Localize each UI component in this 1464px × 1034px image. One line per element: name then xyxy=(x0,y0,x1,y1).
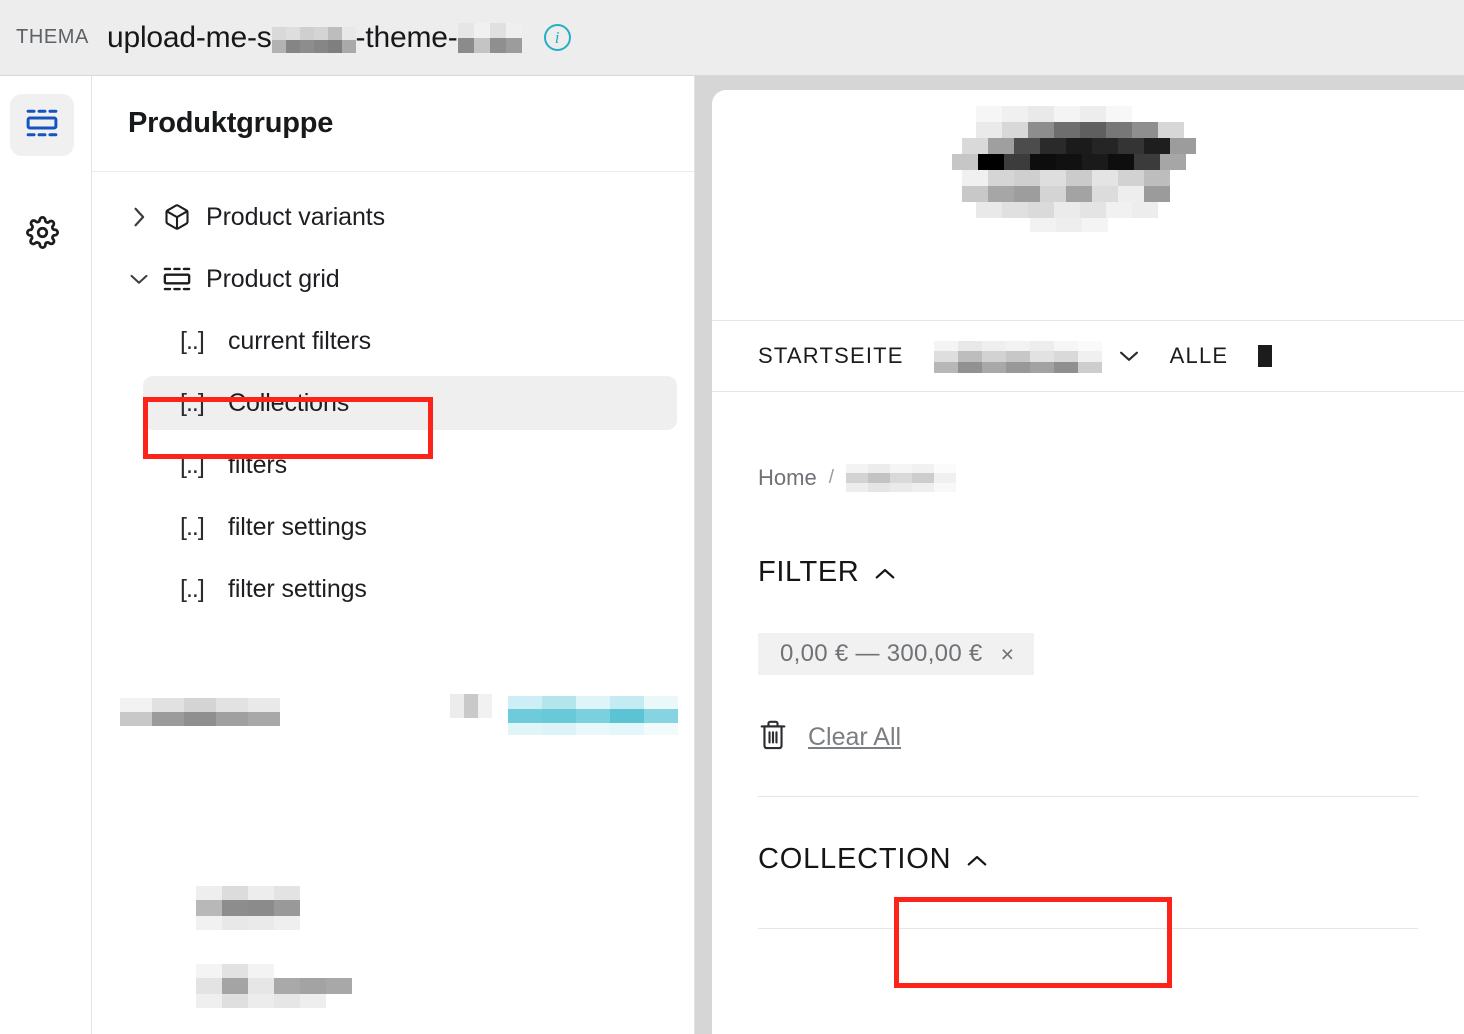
section-tree: Product variants Product grid [..] curre… xyxy=(92,172,694,620)
filter-section-heading[interactable]: FILTER xyxy=(712,492,1464,589)
redacted-store-logo xyxy=(952,106,1252,246)
theme-name-middle: -theme- xyxy=(355,20,458,54)
sidebar-header: Produktgruppe xyxy=(92,76,694,172)
price-range-label: 0,00 € — 300,00 € xyxy=(780,640,983,667)
block-bracket-icon: [..] xyxy=(180,388,205,417)
tree-item-filters[interactable]: [..] filters xyxy=(92,434,694,496)
clear-all-link[interactable]: Clear All xyxy=(808,723,901,752)
clear-all-row[interactable]: Clear All xyxy=(758,719,1464,756)
tree-item-label: filter settings xyxy=(228,512,367,541)
left-icon-rail xyxy=(0,76,92,1034)
tree-item-product-grid[interactable]: Product grid xyxy=(92,248,694,310)
storefront-preview-card: STARTSEITE ALLE Home / FILTER 0,00 € — 3… xyxy=(712,90,1464,1034)
section-tree-sidebar: Produktgruppe Product variants Product g… xyxy=(92,76,695,1034)
tree-item-label: Product variants xyxy=(206,202,386,231)
sections-icon xyxy=(25,108,59,143)
chevron-up-icon[interactable] xyxy=(965,843,989,876)
breadcrumb-separator: / xyxy=(828,467,834,488)
block-bracket-icon: [..] xyxy=(180,326,205,355)
redacted-breadcrumb-item[interactable] xyxy=(845,464,956,492)
tree-item-filter-settings-2[interactable]: [..] filter settings xyxy=(92,558,694,620)
nav-item-startseite[interactable]: STARTSEITE xyxy=(758,343,904,369)
tree-item-label: filters xyxy=(228,450,288,479)
tree-item-label: Product grid xyxy=(206,264,340,293)
chevron-down-icon[interactable] xyxy=(1118,343,1140,369)
collection-heading-label: COLLECTION xyxy=(758,843,952,875)
block-bracket-icon: [..] xyxy=(180,512,205,541)
redacted-nav-item[interactable] xyxy=(933,339,1104,373)
tree-item-filter-settings-1[interactable]: [..] filter settings xyxy=(92,496,694,558)
divider xyxy=(758,796,1418,797)
filter-heading-label: FILTER xyxy=(758,556,860,588)
nav-item-truncated[interactable] xyxy=(1258,345,1273,367)
store-logo-zone xyxy=(712,90,1464,320)
chevron-down-icon[interactable] xyxy=(128,272,150,286)
breadcrumb-item-home[interactable]: Home xyxy=(758,465,817,491)
tree-item-collections[interactable]: [..] Collections xyxy=(92,372,694,434)
app-root: THEMA upload-me-s -theme- i Produktgrupp… xyxy=(0,0,1464,1034)
top-header-bar: THEMA upload-me-s -theme- i xyxy=(0,0,1464,76)
block-bracket-icon: [..] xyxy=(180,574,205,603)
tree-item-current-filters[interactable]: [..] current filters xyxy=(92,310,694,372)
thema-label: THEMA xyxy=(16,26,89,48)
collection-section-heading[interactable]: COLLECTION xyxy=(758,843,1464,876)
redacted-theme-part-1 xyxy=(271,21,356,55)
info-icon[interactable]: i xyxy=(543,24,571,51)
chevron-right-icon[interactable] xyxy=(128,206,150,228)
redacted-theme-part-2 xyxy=(457,19,530,57)
close-icon[interactable]: × xyxy=(1001,641,1015,668)
tree-item-product-variants[interactable]: Product variants xyxy=(92,186,694,248)
redacted-tree-row-b xyxy=(196,886,456,936)
gear-icon xyxy=(25,216,59,254)
chevron-up-icon[interactable] xyxy=(873,556,897,589)
tree-item-label: filter settings xyxy=(228,574,367,603)
block-bracket-icon: [..] xyxy=(180,450,205,479)
theme-name: upload-me-s -theme- i xyxy=(107,19,571,57)
page-title: Produktgruppe xyxy=(128,107,334,139)
storefront-nav: STARTSEITE ALLE xyxy=(712,320,1464,392)
redacted-tree-row-c xyxy=(196,964,476,1014)
rail-item-sections[interactable] xyxy=(10,94,74,156)
redacted-tree-row-a xyxy=(120,684,694,744)
tree-item-label: current filters xyxy=(228,326,371,355)
trash-icon[interactable] xyxy=(758,719,788,756)
selected-row-background xyxy=(143,376,677,430)
package-icon xyxy=(162,203,192,231)
grid-icon xyxy=(162,266,192,292)
storefront-preview-pane: STARTSEITE ALLE Home / FILTER 0,00 € — 3… xyxy=(695,76,1464,1034)
tree-item-label: Collections xyxy=(228,388,350,417)
rail-item-settings[interactable] xyxy=(10,204,74,266)
divider xyxy=(758,928,1418,929)
nav-item-alle[interactable]: ALLE xyxy=(1170,343,1229,369)
active-filter-chip-price[interactable]: 0,00 € — 300,00 € × xyxy=(758,633,1035,675)
theme-name-prefix: upload-me-s xyxy=(107,20,272,54)
breadcrumb: Home / xyxy=(712,392,1464,492)
